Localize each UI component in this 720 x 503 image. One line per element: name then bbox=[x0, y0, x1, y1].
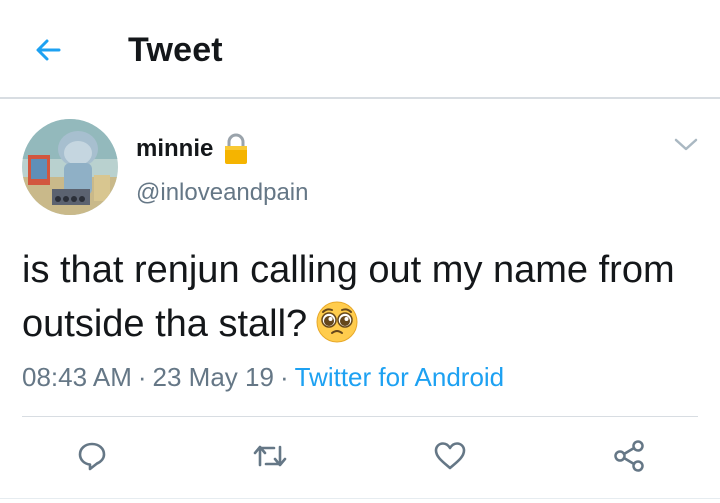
lock-icon bbox=[223, 133, 249, 165]
tweet-date: 23 May 19 bbox=[152, 362, 274, 392]
retweet-button[interactable] bbox=[248, 434, 292, 478]
display-name: minnie bbox=[136, 135, 214, 162]
reply-icon bbox=[78, 442, 106, 471]
actions-divider bbox=[22, 416, 698, 417]
tweet-source-link[interactable]: Twitter for Android bbox=[295, 362, 505, 392]
user-handle[interactable]: @inloveandpain bbox=[136, 178, 309, 208]
meta-separator: · bbox=[137, 362, 147, 392]
back-button[interactable] bbox=[26, 28, 70, 72]
avatar-image bbox=[22, 119, 118, 215]
bottom-divider bbox=[0, 498, 720, 499]
share-button[interactable] bbox=[607, 434, 651, 478]
chevron-down-icon bbox=[674, 138, 698, 151]
top-app-bar: Tweet bbox=[0, 0, 720, 98]
reply-button[interactable] bbox=[70, 434, 114, 478]
like-button[interactable] bbox=[428, 434, 472, 478]
tweet-meta: 08:43 AM · 23 May 19 · Twitter for Android bbox=[22, 360, 504, 394]
share-icon bbox=[614, 440, 644, 472]
author-name-row[interactable]: minnie bbox=[136, 133, 249, 165]
meta-separator: · bbox=[279, 362, 289, 392]
tweet-menu-button[interactable] bbox=[668, 130, 704, 160]
heart-icon bbox=[434, 442, 466, 470]
avatar[interactable] bbox=[22, 119, 118, 215]
arrow-left-icon bbox=[36, 39, 61, 61]
tweet-time: 08:43 AM bbox=[22, 362, 132, 392]
retweet-icon bbox=[253, 445, 287, 467]
header-divider bbox=[0, 97, 720, 99]
page-title: Tweet bbox=[128, 31, 223, 69]
tweet-text: is that renjun calling out my name from … bbox=[22, 243, 702, 359]
pleading-face-emoji bbox=[315, 300, 359, 359]
